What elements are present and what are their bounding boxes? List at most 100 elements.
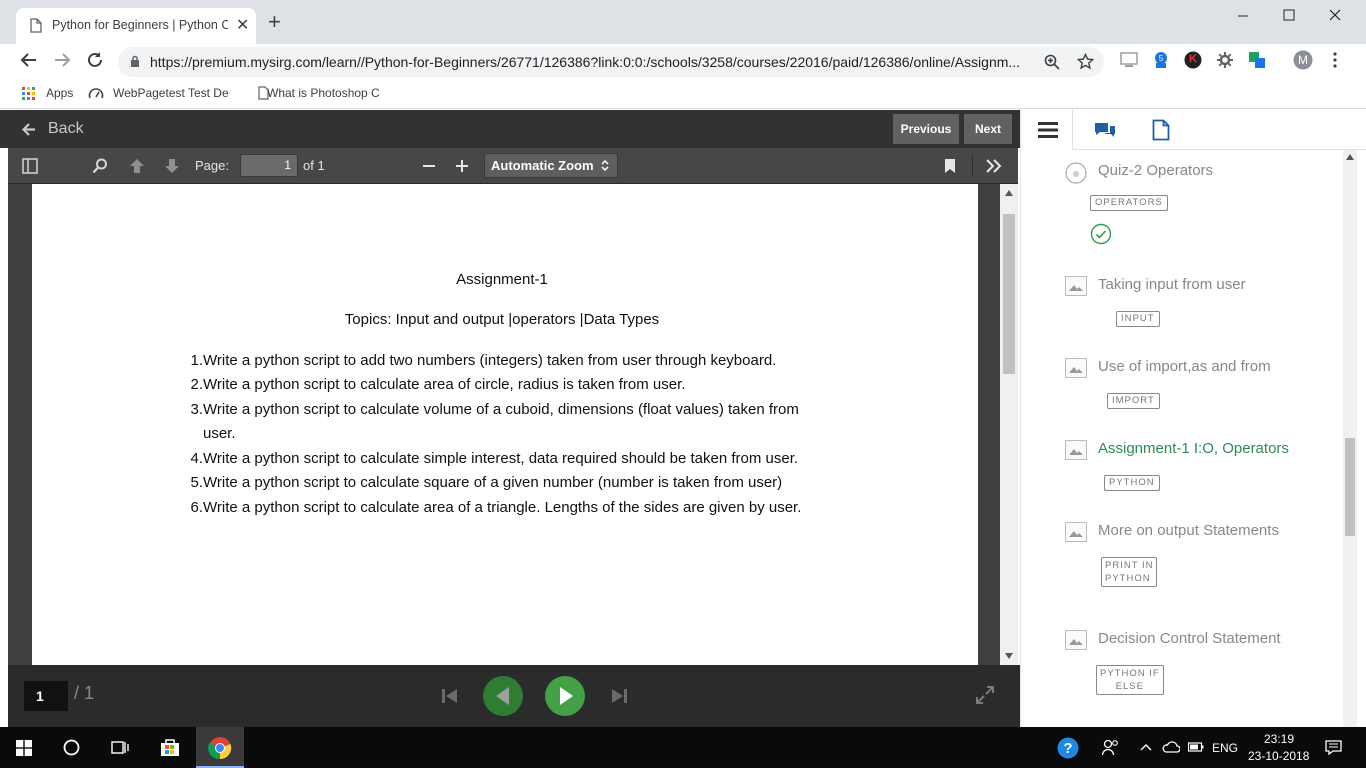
lesson-item-taking-input[interactable]: Taking input from user INPUT — [1021, 272, 1341, 340]
tab-files[interactable] — [1152, 119, 1170, 141]
browser-tab[interactable]: Python for Beginners | Python Co ✕ — [16, 8, 256, 44]
back-arrow-icon[interactable] — [20, 51, 38, 69]
current-page-box[interactable]: 1 — [24, 681, 68, 711]
tab-curriculum[interactable] — [1021, 110, 1073, 150]
tag-badge: INPUT — [1116, 311, 1160, 327]
profile-avatar[interactable]: M — [1293, 50, 1313, 70]
scroll-up-icon[interactable] — [1346, 154, 1354, 160]
fullscreen-icon[interactable] — [975, 685, 995, 705]
search-circle-icon[interactable] — [63, 739, 80, 756]
previous-slide-button[interactable] — [483, 676, 523, 716]
bookmarks-bar: Apps WebPagetest Test De What is Photosh… — [0, 79, 1366, 109]
lesson-title: Decision Control Statement — [1098, 630, 1281, 647]
tag-line: ELSE — [1115, 681, 1144, 692]
list-item: 3. Write a python script to calculate vo… — [175, 401, 798, 418]
zoom-select[interactable]: Automatic Zoom — [484, 153, 618, 178]
previous-button[interactable]: Previous — [893, 114, 959, 144]
list-item: 1. Write a python script to add two numb… — [175, 352, 776, 369]
chrome-taskbar-button[interactable] — [196, 727, 244, 768]
lesson-item-output-statements[interactable]: More on output Statements PRINT IN PYTHO… — [1021, 518, 1341, 604]
reload-icon[interactable] — [86, 51, 104, 69]
chrome-icon — [208, 736, 232, 760]
page-icon — [30, 18, 42, 33]
bookmark-webpagetest[interactable]: WebPagetest Test De — [113, 86, 229, 100]
url-text: https://premium.mysirg.com/learn//Python… — [150, 54, 1021, 70]
scroll-thumb[interactable] — [1003, 214, 1015, 374]
lesson-title: Use of import,as and from — [1098, 358, 1271, 375]
item-text: Write a python script to add two numbers… — [203, 352, 777, 369]
pdf-scrollbar[interactable] — [1000, 184, 1018, 665]
tag-badge: PYTHON IF ELSE — [1096, 665, 1164, 695]
list-item: 2. Write a python script to calculate ar… — [175, 376, 685, 393]
battery-icon[interactable] — [1188, 741, 1204, 753]
lesson-item-assignment-1[interactable]: Assignment-1 I:O, Operators PYTHON — [1021, 436, 1341, 504]
notification-icon[interactable] — [1325, 740, 1342, 755]
list-item-continuation: user. — [175, 425, 236, 442]
previous-page-icon[interactable] — [129, 158, 145, 174]
sidebar-scrollbar[interactable] — [1343, 150, 1357, 727]
zoom-out-icon[interactable] — [422, 158, 436, 174]
task-view-icon[interactable] — [111, 739, 129, 756]
last-page-icon[interactable] — [610, 688, 628, 704]
tag-badge: IMPORT — [1107, 393, 1160, 409]
tab-discussion[interactable] — [1093, 121, 1117, 139]
scroll-thumb[interactable] — [1345, 438, 1355, 536]
forward-arrow-icon[interactable] — [53, 51, 71, 69]
address-bar[interactable]: https://premium.mysirg.com/learn//Python… — [118, 47, 1104, 77]
windows-start-icon[interactable] — [16, 740, 32, 756]
first-page-icon[interactable] — [441, 688, 459, 704]
minimize-icon[interactable] — [1220, 6, 1266, 30]
next-page-icon[interactable] — [164, 158, 180, 174]
star-icon[interactable] — [1077, 53, 1094, 70]
pdf-viewer[interactable]: Assignment-1 Topics: Input and output |o… — [8, 184, 1018, 665]
bookmark-apps[interactable]: Apps — [46, 86, 73, 100]
scroll-down-icon[interactable] — [1005, 653, 1013, 659]
clock-date[interactable]: 23-10-2018 — [1248, 749, 1309, 763]
scroll-up-icon[interactable] — [1005, 190, 1013, 196]
tools-double-chevron-icon[interactable] — [985, 158, 1003, 174]
browser-toolbar: https://premium.mysirg.com/learn//Python… — [0, 44, 1366, 79]
document-topics: Topics: Input and output |operators |Dat… — [344, 311, 660, 328]
apps-grid-icon[interactable] — [22, 87, 35, 100]
item-number: 2. — [190, 376, 203, 393]
bookmark-photoshop[interactable]: What is Photoshop C — [267, 86, 380, 100]
bookmark-icon[interactable] — [944, 158, 956, 174]
lesson-item-quiz-2[interactable]: Quiz-2 Operators OPERATORS — [1021, 150, 1341, 250]
extension-cast-icon[interactable] — [1120, 52, 1138, 68]
help-icon[interactable]: ? — [1057, 737, 1079, 759]
next-button[interactable]: Next — [964, 114, 1012, 144]
people-icon[interactable] — [1102, 739, 1120, 756]
onedrive-cloud-icon[interactable] — [1162, 740, 1180, 754]
item-text: Write a python script to calculate squar… — [203, 474, 783, 491]
list-item: 5. Write a python script to calculate sq… — [175, 474, 782, 491]
tray-chevron-up-icon[interactable] — [1140, 743, 1152, 751]
next-slide-button[interactable] — [545, 676, 585, 716]
completed-check-icon — [1090, 223, 1112, 245]
image-icon — [1065, 358, 1087, 378]
lesson-item-decision-control[interactable]: Decision Control Statement PYTHON IF ELS… — [1021, 626, 1341, 716]
store-icon[interactable] — [159, 736, 181, 758]
extension-gear-icon[interactable] — [1216, 51, 1234, 69]
tab-close-icon[interactable]: ✕ — [236, 15, 249, 35]
list-item: 6. Write a python script to calculate ar… — [175, 499, 801, 516]
page-number-input[interactable]: 1 — [240, 154, 298, 177]
zoom-in-icon[interactable] — [455, 158, 469, 174]
menu-dots-icon[interactable] — [1332, 52, 1338, 68]
extension-blue-icon[interactable]: 5 — [1152, 50, 1170, 70]
lesson-title: More on output Statements — [1098, 522, 1279, 539]
maximize-icon[interactable] — [1266, 6, 1312, 30]
search-icon[interactable] — [92, 158, 108, 174]
lesson-title: Taking input from user — [1098, 276, 1246, 293]
item-text: Write a python script to calculate volum… — [203, 401, 799, 418]
close-window-icon[interactable] — [1312, 6, 1358, 30]
lesson-item-import[interactable]: Use of import,as and from IMPORT — [1021, 354, 1341, 422]
new-tab-icon[interactable]: + — [268, 11, 281, 33]
extension-k-icon[interactable]: K — [1184, 51, 1202, 69]
total-pages-label: / 1 — [74, 683, 95, 703]
item-number: 6. — [190, 499, 203, 516]
clock-time[interactable]: 23:19 — [1264, 732, 1294, 746]
sidebar-toggle-icon[interactable] — [22, 158, 38, 174]
zoom-icon[interactable] — [1044, 54, 1060, 70]
language-indicator[interactable]: ENG — [1212, 741, 1238, 755]
extension-sync-icon[interactable] — [1248, 51, 1266, 69]
